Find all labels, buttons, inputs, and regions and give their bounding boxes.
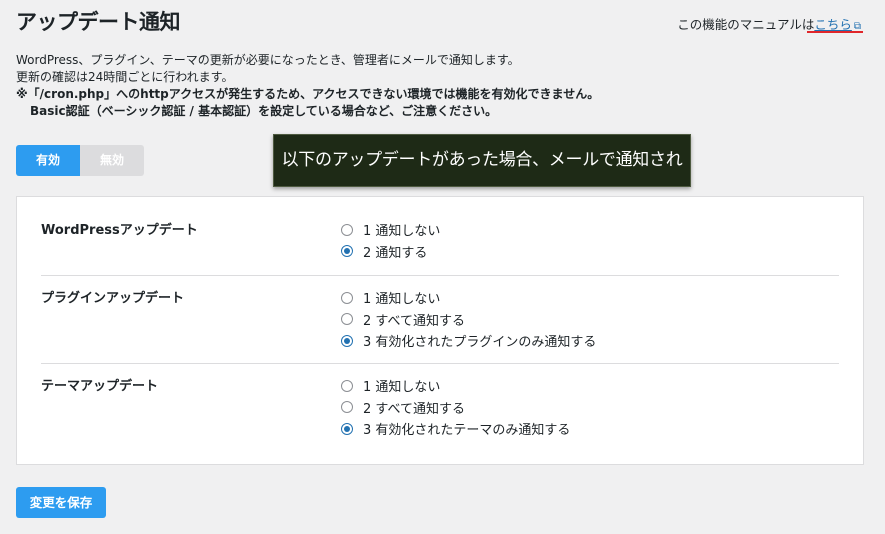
enable-toggle: 有効 無効 — [16, 145, 144, 176]
description-line-2: 更新の確認は24時間ごとに行われます。 — [16, 70, 234, 84]
radio-option[interactable]: 3 有効化されたプラグインのみ通知する — [341, 330, 596, 352]
radio-button[interactable] — [341, 379, 353, 392]
warning-line-1: ※「/cron.php」へのhttpアクセスが発生するため、アクセスできない環境… — [16, 87, 600, 101]
radio-option[interactable]: 3 有効化されたテーマのみ通知する — [341, 418, 570, 440]
radio-button[interactable] — [341, 313, 353, 326]
radio-group: 1 通知しない 2 すべて通知する 3 有効化されたプラグインのみ通知する — [341, 287, 596, 352]
manual-prefix: この機能のマニュアルは — [677, 17, 815, 32]
section-label: テーマアップデート — [41, 379, 159, 394]
settings-card: WordPressアップデート 1 通知しない 2 通知する プラグインアップデ… — [16, 196, 864, 465]
radio-option[interactable]: 2 すべて通知する — [341, 309, 596, 331]
radio-label: 1 通知しない — [363, 224, 441, 240]
section-divider — [41, 275, 839, 276]
radio-label: 1 通知しない — [363, 292, 441, 308]
warning-line-2: Basic認証（ベーシック認証 / 基本認証）を設定している場合など、ご注意くだ… — [30, 104, 498, 118]
radio-option[interactable]: 1 通知しない — [341, 219, 440, 241]
radio-label: 2 通知する — [363, 245, 428, 261]
description: WordPress、プラグイン、テーマの更新が必要になったとき、管理者にメールで… — [16, 52, 599, 120]
radio-button[interactable] — [341, 245, 353, 258]
radio-button[interactable] — [341, 401, 353, 414]
radio-option[interactable]: 2 通知する — [341, 241, 440, 263]
toggle-disabled-button[interactable]: 無効 — [80, 145, 144, 176]
section-label: WordPressアップデート — [41, 223, 198, 238]
save-changes-button[interactable]: 変更を保存 — [16, 487, 106, 518]
radio-label: 3 有効化されたテーマのみ通知する — [363, 423, 571, 439]
description-line-1: WordPress、プラグイン、テーマの更新が必要になったとき、管理者にメールで… — [16, 53, 520, 67]
toggle-enabled-button[interactable]: 有効 — [16, 145, 80, 176]
radio-button[interactable] — [341, 422, 353, 435]
radio-group: 1 通知しない 2 すべて通知する 3 有効化されたテーマのみ通知する — [341, 375, 570, 440]
manual-link[interactable]: こちら — [814, 17, 852, 32]
radio-option[interactable]: 1 通知しない — [341, 287, 596, 309]
annotation-underline — [807, 31, 863, 33]
page-title: アップデート通知 — [16, 10, 181, 34]
radio-button[interactable] — [341, 223, 353, 236]
radio-label: 2 すべて通知する — [363, 401, 465, 417]
section-divider — [41, 363, 839, 364]
radio-label: 3 有効化されたプラグインのみ通知する — [363, 335, 597, 351]
section-label: プラグインアップデート — [41, 291, 185, 306]
radio-label: 1 通知しない — [363, 380, 441, 396]
radio-button[interactable] — [341, 291, 353, 304]
radio-option[interactable]: 1 通知しない — [341, 375, 570, 397]
radio-group: 1 通知しない 2 通知する — [341, 219, 440, 262]
annotation-callout: 以下のアップデートがあった場合、メールで通知される。 — [273, 134, 691, 221]
radio-button[interactable] — [341, 334, 353, 347]
radio-option[interactable]: 2 すべて通知する — [341, 397, 570, 419]
radio-label: 2 すべて通知する — [363, 313, 465, 329]
